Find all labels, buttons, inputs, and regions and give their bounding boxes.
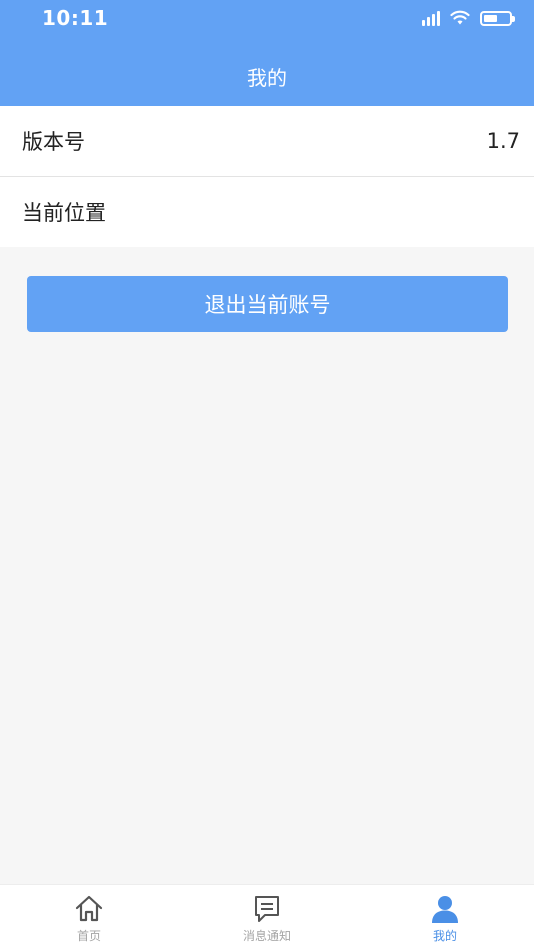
- tab-home-label: 首页: [76, 929, 101, 943]
- status-icons: [422, 8, 515, 28]
- version-label: 版本号: [22, 130, 85, 154]
- wifi-icon: [450, 10, 470, 25]
- tab-messages-label: 消息通知: [242, 929, 291, 943]
- battery-icon: [480, 10, 515, 26]
- status-time: 10:11: [42, 6, 109, 30]
- home-icon: [75, 895, 103, 922]
- version-value: 1.7: [486, 129, 520, 153]
- app-header: 10:11 我的: [0, 0, 534, 106]
- tab-home[interactable]: 首页: [0, 885, 178, 950]
- tab-profile-label: 我的: [432, 929, 457, 943]
- message-icon: [255, 896, 279, 922]
- user-icon: [432, 896, 458, 923]
- page-title: 我的: [247, 66, 287, 90]
- settings-list: 版本号 1.7 当前位置: [0, 106, 534, 247]
- logout-label: 退出当前账号: [204, 293, 331, 317]
- tab-messages[interactable]: 消息通知: [178, 885, 356, 950]
- settings-row-version[interactable]: 版本号 1.7: [0, 106, 534, 176]
- status-bar: 10:11: [0, 0, 534, 40]
- signal-icon: [422, 10, 440, 26]
- tab-bar: 首页 消息通知 我的: [0, 884, 534, 950]
- settings-row-location[interactable]: 当前位置: [0, 176, 534, 247]
- location-label: 当前位置: [22, 201, 106, 225]
- tab-profile[interactable]: 我的: [356, 885, 534, 950]
- logout-button[interactable]: 退出当前账号: [27, 276, 508, 332]
